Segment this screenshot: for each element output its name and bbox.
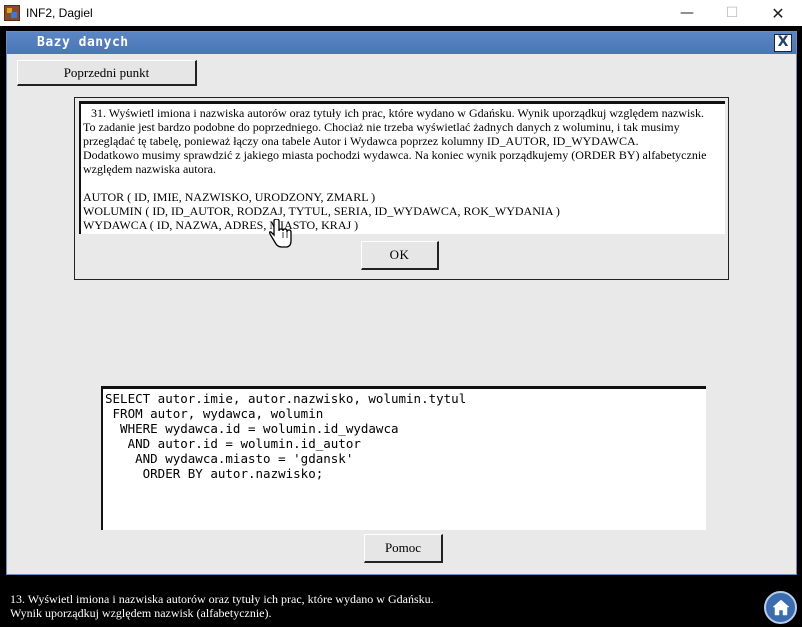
hand-pointer-icon: [269, 219, 292, 248]
sql-line: WHERE wydawca.id = wolumin.id_wydawca: [105, 421, 399, 436]
status-footer: 13. Wyświetl imiona i nazwiska autorów o…: [0, 578, 802, 627]
footer-text: 13. Wyświetl imiona i nazwiska autorów o…: [10, 592, 434, 620]
dialog-header: Bazy danych X: [7, 32, 796, 54]
previous-step-button[interactable]: Poprzedni punkt: [17, 60, 197, 86]
help-button[interactable]: Pomoc: [364, 534, 443, 563]
ok-button[interactable]: OK: [361, 241, 439, 270]
minimize-button[interactable]: —: [664, 0, 710, 26]
app-icon: [4, 5, 20, 21]
window-titlebar: INF2, Dagiel — ☐ ✕: [0, 0, 802, 26]
schema-line: AUTOR ( ID, IMIE, NAZWISKO, URODZONY, ZM…: [83, 190, 376, 204]
dialog-close-button[interactable]: X: [774, 34, 792, 52]
home-button[interactable]: [764, 591, 797, 624]
sql-query-editor[interactable]: SELECT autor.imie, autor.nazwisko, wolum…: [101, 386, 706, 530]
schema-line: WYDAWCA ( ID, NAZWA, ADRES, MIASTO, KRAJ…: [83, 218, 359, 232]
task-panel: 31. Wyświetl imiona i nazwiska autorów o…: [74, 97, 729, 280]
footer-line: Wynik uporządkuj względem nazwisk (alfab…: [10, 606, 272, 620]
sql-line: ORDER BY autor.nazwisko;: [105, 466, 324, 481]
schema-line: WOLUMIN ( ID, ID_AUTOR, RODZAJ, TYTUL, S…: [83, 204, 560, 218]
task-line: To zadanie jest bardzo podobne do poprze…: [83, 120, 680, 148]
task-line: 31. Wyświetl imiona i nazwiska autorów o…: [91, 106, 704, 120]
sql-line: SELECT autor.imie, autor.nazwisko, wolum…: [105, 391, 467, 406]
sql-line: FROM autor, wydawca, wolumin: [105, 406, 324, 421]
dialog-title: Bazy danych: [37, 35, 129, 50]
footer-line: 13. Wyświetl imiona i nazwiska autorów o…: [10, 592, 434, 606]
sql-line: AND wydawca.miasto = 'gdansk': [105, 451, 354, 466]
window-title: INF2, Dagiel: [26, 6, 93, 20]
sql-line: AND autor.id = wolumin.id_autor: [105, 436, 361, 451]
maximize-button[interactable]: ☐: [709, 0, 755, 26]
home-icon: [771, 599, 790, 615]
close-window-button[interactable]: ✕: [755, 0, 801, 26]
task-description: 31. Wyświetl imiona i nazwiska autorów o…: [79, 101, 725, 234]
database-dialog: Bazy danych X Poprzedni punkt 31. Wyświe…: [6, 31, 797, 575]
task-line: Dodatkowo musimy sprawdzić z jakiego mia…: [83, 148, 707, 176]
